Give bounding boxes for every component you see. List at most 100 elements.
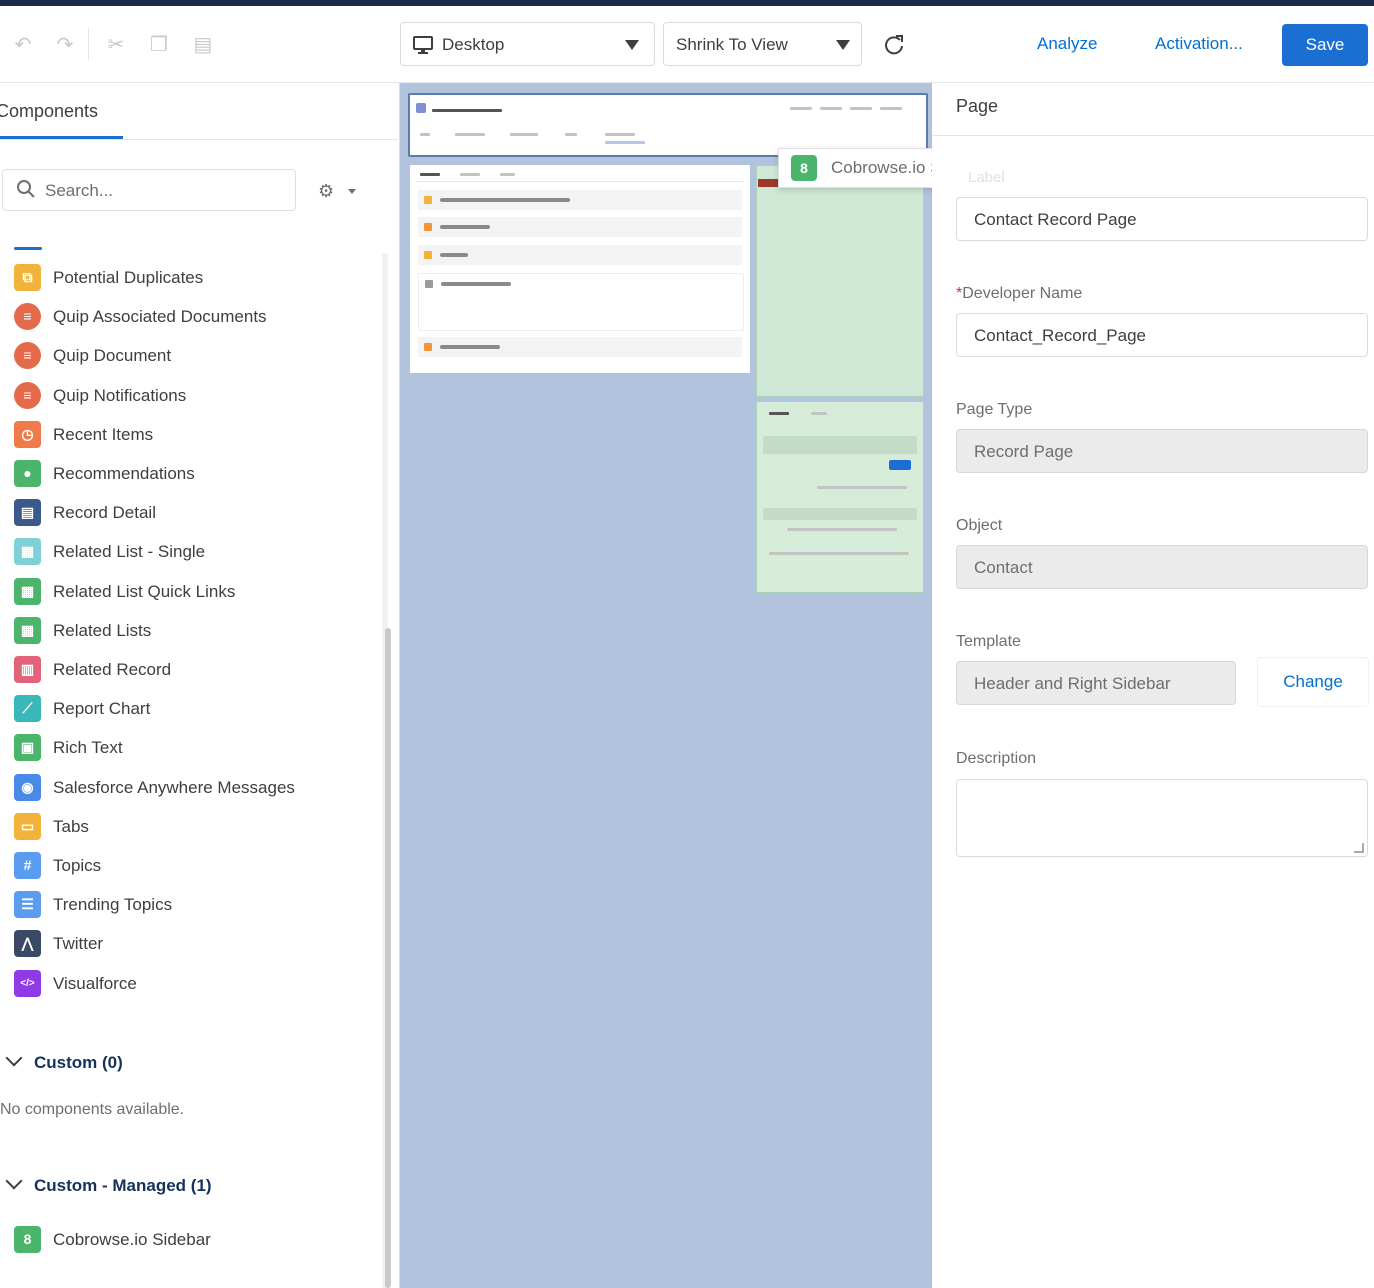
drop-indicator bbox=[14, 247, 42, 250]
component-label: Trending Topics bbox=[53, 895, 173, 915]
developer-name-label: *Developer Name bbox=[956, 285, 1083, 302]
developer-name-value: Contact_Record_Page bbox=[974, 326, 1147, 345]
undo-icon[interactable]: ↶ bbox=[12, 34, 34, 56]
builder-toolbar: ↶ ↷ ✂ ❐ ▤ Desktop Shrink To View Analyze… bbox=[0, 6, 1374, 83]
activity-panel-preview[interactable] bbox=[756, 401, 924, 593]
component-label: Cobrowse.io Sidebar bbox=[53, 1230, 211, 1249]
device-select[interactable]: Desktop bbox=[400, 22, 655, 66]
save-button[interactable]: Save bbox=[1282, 24, 1368, 66]
page-type-value: Record Page bbox=[974, 442, 1074, 461]
sidebar-drop-zone[interactable] bbox=[756, 165, 924, 397]
component-label: Visualforce bbox=[53, 973, 137, 993]
custom-section-label: Custom (0) bbox=[34, 1053, 123, 1072]
tab-components[interactable]: Components bbox=[0, 101, 98, 122]
device-select-value: Desktop bbox=[442, 35, 505, 54]
twitter-icon: ⋀ bbox=[14, 930, 41, 958]
object-label: Object bbox=[956, 517, 1003, 534]
description-label: Description bbox=[956, 750, 1037, 767]
chart-icon: ⟋ bbox=[14, 695, 41, 723]
component-label: Quip Associated Documents bbox=[53, 307, 267, 327]
list-icon: ▦ bbox=[14, 538, 41, 566]
component-label: Rich Text bbox=[53, 738, 123, 758]
template-field: Header and Right Sidebar bbox=[956, 661, 1236, 705]
component-label: Potential Duplicates bbox=[53, 268, 204, 287]
activation-button[interactable]: Activation... bbox=[1155, 34, 1243, 54]
cobrowse-icon: 8 bbox=[14, 1226, 41, 1253]
component-label: Related Record bbox=[53, 660, 172, 679]
analyze-button[interactable]: Analyze bbox=[1037, 34, 1097, 54]
refresh-icon[interactable] bbox=[883, 34, 905, 56]
quip-icon: ≡ bbox=[14, 381, 41, 409]
page-canvas[interactable] bbox=[399, 83, 933, 1288]
gear-icon[interactable]: ⚙ bbox=[318, 181, 334, 202]
managed-section-header[interactable]: Custom - Managed (1) bbox=[5, 1172, 212, 1196]
label-field-label: Label bbox=[968, 169, 1005, 186]
component-label: Quip Notifications bbox=[53, 385, 187, 405]
component-label: Topics bbox=[53, 856, 102, 875]
description-textarea[interactable] bbox=[956, 779, 1368, 857]
component-label: Salesforce Anywhere Messages bbox=[53, 777, 295, 797]
chevron-down-icon bbox=[5, 1172, 23, 1190]
scrollbar-thumb[interactable] bbox=[385, 628, 391, 1288]
hash-icon: # bbox=[14, 852, 41, 879]
contact-icon bbox=[416, 103, 426, 113]
component-label: Twitter bbox=[53, 934, 104, 954]
desktop-icon bbox=[413, 36, 433, 54]
lightbulb-icon: ● bbox=[14, 460, 41, 487]
copy-icon[interactable]: ❐ bbox=[148, 34, 170, 56]
search-icon bbox=[17, 180, 35, 198]
duplicate-icon: ⧉ bbox=[14, 264, 41, 291]
components-panel: Components Search... ⚙ ⧉ Potential Duplic… bbox=[0, 83, 398, 1288]
chevron-down-icon bbox=[836, 40, 850, 50]
component-search-input[interactable]: Search... bbox=[2, 169, 296, 211]
managed-section-label: Custom - Managed (1) bbox=[34, 1176, 212, 1195]
custom-section-header[interactable]: Custom (0) bbox=[5, 1049, 123, 1073]
object-field: Contact bbox=[956, 545, 1368, 589]
template-value: Header and Right Sidebar bbox=[974, 674, 1171, 693]
search-placeholder: Search... bbox=[45, 181, 114, 200]
component-label: Report Chart bbox=[53, 699, 151, 719]
resize-handle-icon[interactable] bbox=[1354, 843, 1364, 853]
redo-icon[interactable]: ↷ bbox=[54, 34, 76, 56]
chevron-down-icon bbox=[625, 40, 639, 50]
page-type-field: Record Page bbox=[956, 429, 1368, 473]
paste-icon[interactable]: ▤ bbox=[192, 34, 214, 56]
component-label: Quip Document bbox=[53, 346, 172, 366]
cobrowse-icon: 8 bbox=[791, 155, 817, 181]
view-mode-value: Shrink To View bbox=[676, 35, 788, 54]
object-value: Contact bbox=[974, 558, 1033, 577]
rich-text-icon: ▣ bbox=[14, 734, 41, 762]
chevron-down-icon[interactable] bbox=[348, 189, 356, 194]
tab-divider bbox=[0, 139, 398, 140]
quip-icon: ≡ bbox=[14, 303, 41, 331]
component-label: Recent Items bbox=[53, 424, 154, 444]
code-icon: </> bbox=[14, 969, 41, 997]
properties-title: Page bbox=[956, 96, 999, 116]
clock-icon: ◷ bbox=[14, 420, 41, 448]
quip-icon: ≡ bbox=[14, 342, 41, 370]
component-label: Recommendations bbox=[53, 464, 195, 483]
change-template-button[interactable]: Change bbox=[1257, 657, 1369, 707]
view-mode-select[interactable]: Shrink To View bbox=[663, 22, 862, 66]
list-icon: ▦ bbox=[14, 577, 41, 605]
custom-empty-message: No components available. bbox=[0, 1101, 185, 1118]
record-icon: ▥ bbox=[14, 656, 41, 683]
record-detail-icon: ▤ bbox=[14, 499, 41, 527]
label-input-value: Contact Record Page bbox=[974, 210, 1137, 229]
main-region-preview[interactable] bbox=[410, 165, 750, 373]
template-label: Template bbox=[956, 633, 1021, 650]
chat-icon: ◉ bbox=[14, 773, 41, 801]
component-label: Related List - Single bbox=[53, 542, 206, 562]
trending-icon: ☰ bbox=[14, 891, 41, 919]
label-input[interactable]: Contact Record Page bbox=[956, 197, 1368, 241]
component-label: Tabs bbox=[53, 816, 89, 836]
page-type-label: Page Type bbox=[956, 401, 1033, 418]
properties-divider bbox=[932, 135, 1374, 136]
tabs-icon: ▭ bbox=[14, 812, 41, 840]
developer-name-input[interactable]: Contact_Record_Page bbox=[956, 313, 1368, 357]
component-label: Record Detail bbox=[53, 503, 156, 523]
chevron-down-icon bbox=[5, 1049, 23, 1067]
cut-icon[interactable]: ✂ bbox=[105, 34, 127, 56]
component-label: Related List Quick Links bbox=[53, 581, 236, 601]
list-icon: ▦ bbox=[14, 616, 41, 644]
